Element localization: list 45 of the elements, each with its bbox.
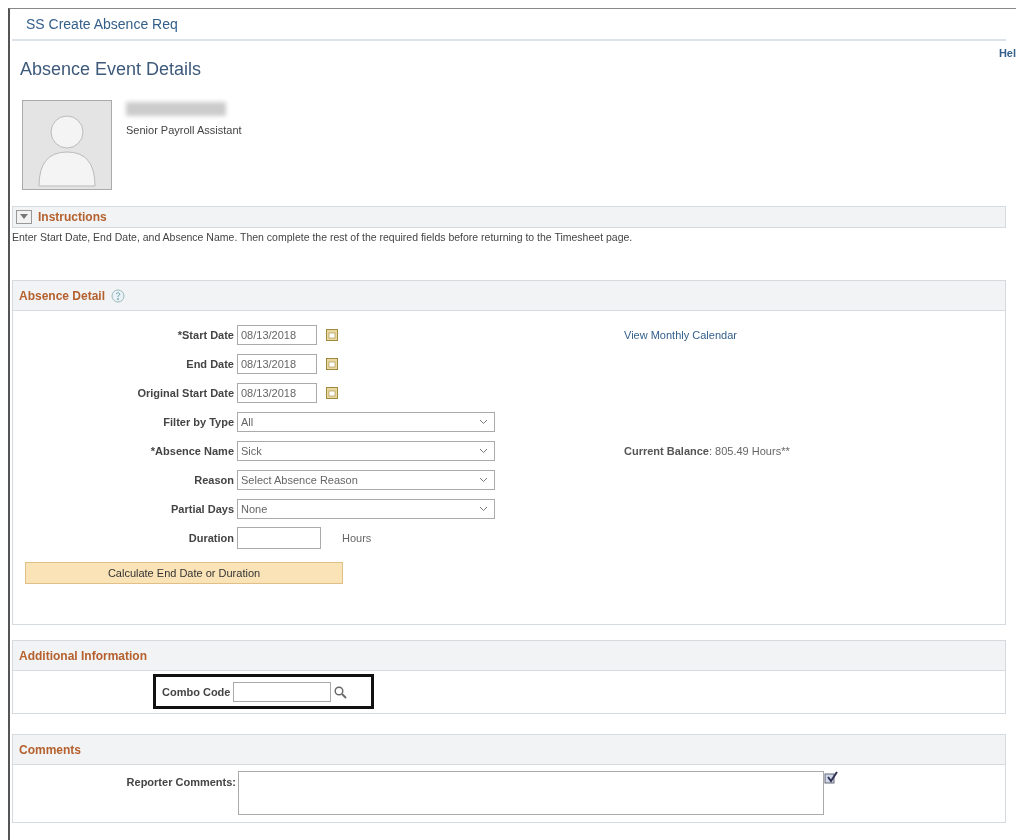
section-title: Instructions [38,210,107,224]
field-label: Reason [193,474,235,486]
balance-value: : 805.49 Hours** [709,445,790,457]
search-icon[interactable] [334,685,348,699]
window-title: SS Create Absence Req [26,16,178,32]
date-field[interactable]: 08/13/2018 [237,325,317,345]
field-label: Reporter Comments: [125,775,237,788]
avatar-icon [22,100,112,190]
dropdown[interactable]: Select Absence Reason [237,470,495,490]
help-icon[interactable] [111,288,126,303]
calendar-icon[interactable] [326,358,338,370]
date-field[interactable]: 08/13/2018 [237,354,317,374]
chevron-icon [479,506,488,512]
field-label: Filter by Type [162,416,235,428]
field-label: Duration [187,532,235,544]
calendar-icon[interactable] [326,387,338,399]
dropdown[interactable]: Sick [237,441,495,461]
input-field[interactable] [237,527,321,549]
chevron-icon [479,448,488,454]
calendar-icon[interactable] [326,329,338,341]
job-title: Senior Payroll Assistant [126,124,242,136]
input-field[interactable] [233,682,332,702]
calculate-button[interactable]: Calculate End Date or Duration [25,562,343,584]
field-label: *Start Date [176,329,235,341]
dropdown[interactable]: None [237,499,495,519]
date-field[interactable]: 08/13/2018 [237,383,317,403]
section-title: Absence Detail [19,288,106,303]
section-title: Comments [19,742,81,757]
page-title: Absence Event Details [20,59,203,80]
instructions-text: Enter Start Date, End Date, and Absence Name. Then complete the rest of the required fields before returning to the Timesheet page. [12,231,634,243]
field-label: Partial Days [170,503,235,515]
dropdown[interactable]: All [237,412,495,432]
section-title: Additional Information [19,648,147,663]
help-link[interactable]: Hel [998,47,1016,55]
chevron-icon [479,477,488,483]
chevron-icon [479,419,488,425]
balance-label: Current Balance [624,445,709,457]
field-label: Original Start Date [136,387,235,399]
field-label: End Date [185,358,235,370]
spellcheck-icon[interactable] [824,771,838,784]
unit-label: Hours [342,532,372,544]
field-label: Combo Code [162,686,231,698]
calendar-link[interactable]: View Monthly Calendar [624,329,737,341]
field-label: *Absence Name [149,445,235,457]
collapse-toggle-icon[interactable] [16,210,32,224]
